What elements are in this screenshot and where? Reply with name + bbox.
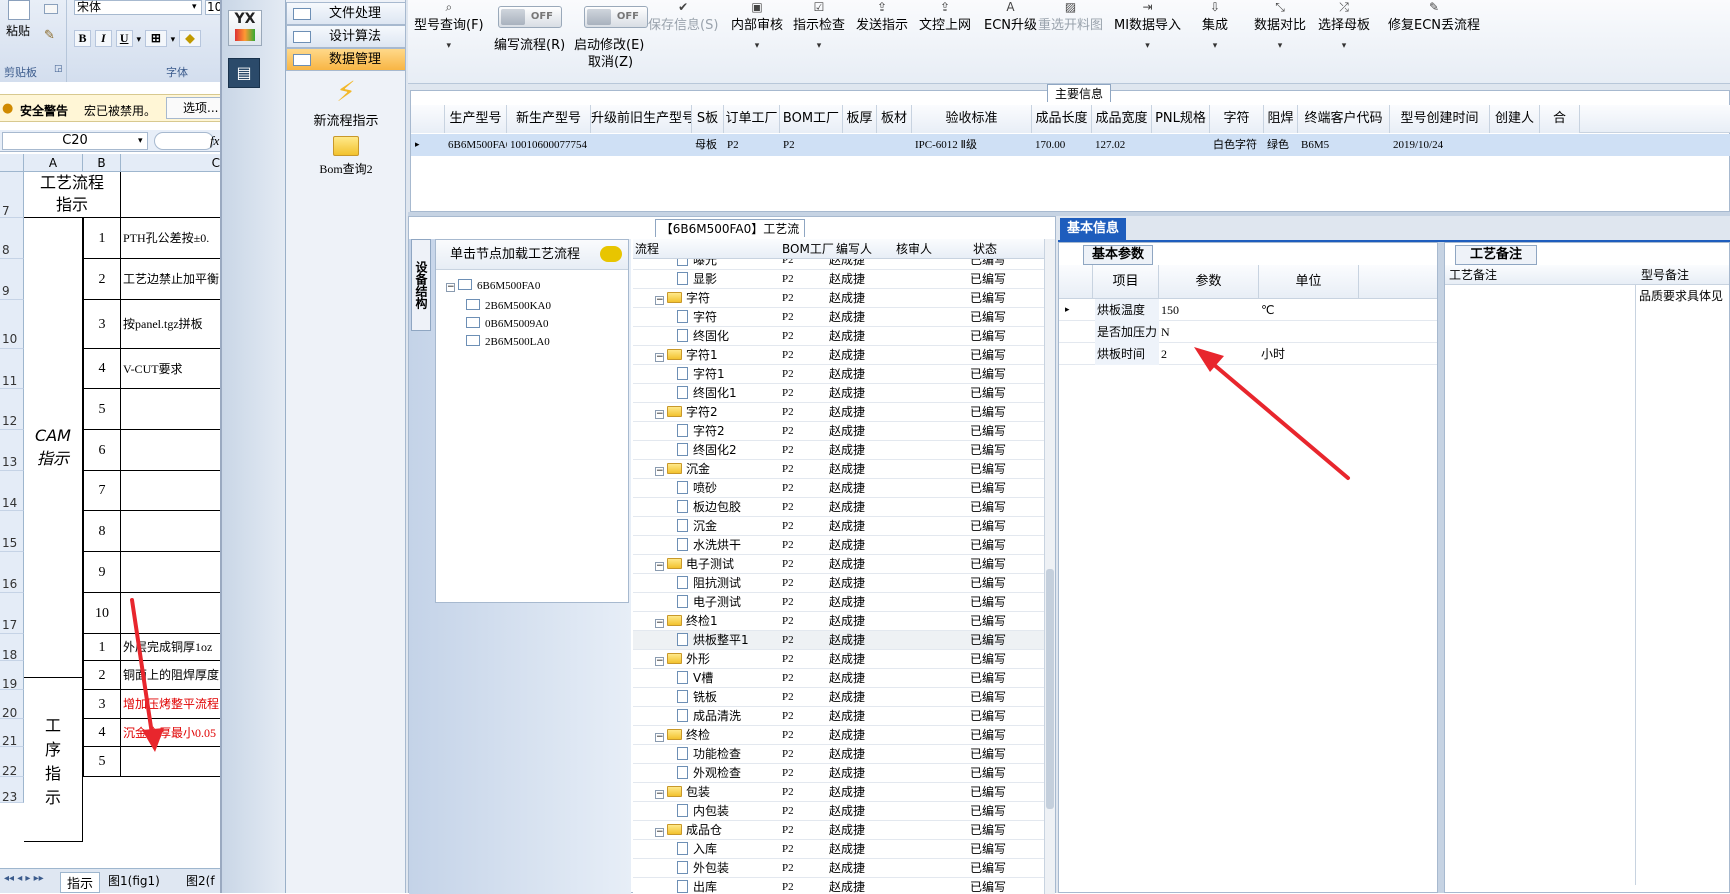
red-arrow	[130, 598, 164, 752]
annotation-arrows	[130, 347, 1350, 752]
red-arrow	[1194, 347, 1350, 480]
